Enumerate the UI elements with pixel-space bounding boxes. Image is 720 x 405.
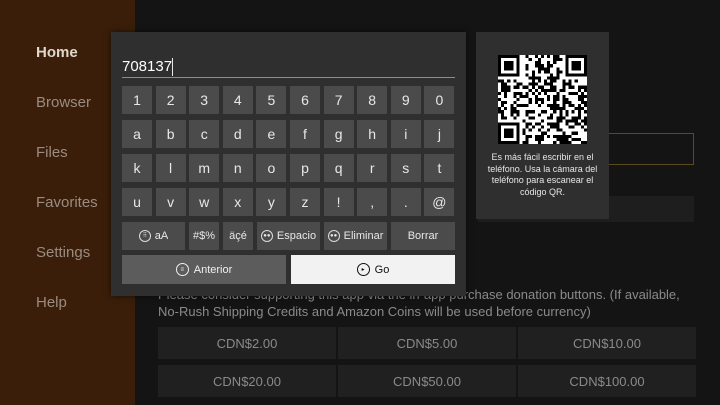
key-y[interactable]: y [256,188,287,216]
key-g[interactable]: g [323,120,354,148]
key-1[interactable]: 1 [122,86,152,114]
qr-code-image [498,55,587,144]
sidebar-item-settings[interactable]: Settings [36,244,90,261]
donate-button-5[interactable]: CDN$5.00 [338,327,516,359]
key-s[interactable]: s [390,154,421,182]
key-f[interactable]: f [290,120,320,148]
qr-instructions: Es más fácil escribir en el teléfono. Us… [487,152,598,197]
sidebar-item-help[interactable]: Help [36,294,67,311]
key-0[interactable]: 0 [424,86,455,114]
key-7[interactable]: 7 [323,86,354,114]
key-symbol[interactable]: , [357,188,388,216]
sidebar-item-favorites[interactable]: Favorites [36,194,98,211]
previous-button[interactable]: ≡ Anterior [122,255,286,284]
key-space[interactable]: ●● Espacio [257,222,320,250]
text-caret [172,58,173,76]
key-8[interactable]: 8 [357,86,388,114]
input-underline [122,77,455,78]
key-h[interactable]: h [357,120,388,148]
key-m[interactable]: m [189,154,220,182]
key-l[interactable]: l [155,154,186,182]
go-label: Go [374,263,390,276]
key-i[interactable]: i [390,120,421,148]
previous-label: Anterior [193,263,233,276]
key-case-label: aA [154,230,169,242]
sidebar-item-home[interactable]: Home [36,44,78,61]
sidebar-item-browser[interactable]: Browser [36,94,91,111]
key-v[interactable]: v [155,188,186,216]
donate-button-20[interactable]: CDN$20.00 [158,365,336,397]
key-6[interactable]: 6 [290,86,320,114]
key-r[interactable]: r [357,154,388,182]
key-u[interactable]: u [122,188,152,216]
key-c[interactable]: c [189,120,220,148]
keyboard-icon: ⠿ [138,230,151,242]
menu-button-icon: ≡ [175,263,189,276]
key-j[interactable]: j [424,120,455,148]
key-a[interactable]: a [122,120,152,148]
key-n[interactable]: n [222,154,253,182]
donate-button-2[interactable]: CDN$2.00 [158,327,336,359]
donate-button-100[interactable]: CDN$100.00 [518,365,696,397]
keyboard-input-value[interactable]: 708137 [122,58,172,75]
key-symbol[interactable]: @ [424,188,455,216]
key-b[interactable]: b [155,120,186,148]
key-d[interactable]: d [222,120,253,148]
sidebar-item-files[interactable]: Files [36,144,68,161]
key-clear[interactable]: Borrar [391,222,455,250]
key-case-toggle[interactable]: ⠿ aA [122,222,185,250]
key-accents[interactable]: äçé [223,222,253,250]
play-pause-icon: ▸ [356,263,370,276]
key-q[interactable]: q [323,154,354,182]
key-e[interactable]: e [256,120,287,148]
key-5[interactable]: 5 [256,86,287,114]
key-2[interactable]: 2 [155,86,186,114]
key-symbols[interactable]: #$% [189,222,219,250]
key-space-label: Espacio [276,230,317,242]
key-3[interactable]: 3 [189,86,220,114]
remote-button-icon: ●● [327,230,340,242]
key-w[interactable]: w [189,188,220,216]
donate-button-50[interactable]: CDN$50.00 [338,365,516,397]
go-button[interactable]: ▸ Go [291,255,455,284]
key-9[interactable]: 9 [390,86,421,114]
key-o[interactable]: o [256,154,287,182]
key-k[interactable]: k [122,154,152,182]
key-p[interactable]: p [290,154,320,182]
key-4[interactable]: 4 [222,86,253,114]
key-z[interactable]: z [290,188,320,216]
key-symbol[interactable]: ! [323,188,354,216]
key-x[interactable]: x [222,188,253,216]
key-symbol[interactable]: . [390,188,421,216]
key-delete[interactable]: ●● Eliminar [324,222,387,250]
key-delete-label: Eliminar [343,230,384,242]
remote-button-icon: ●● [260,230,273,242]
donate-button-10[interactable]: CDN$10.00 [518,327,696,359]
key-t[interactable]: t [424,154,455,182]
